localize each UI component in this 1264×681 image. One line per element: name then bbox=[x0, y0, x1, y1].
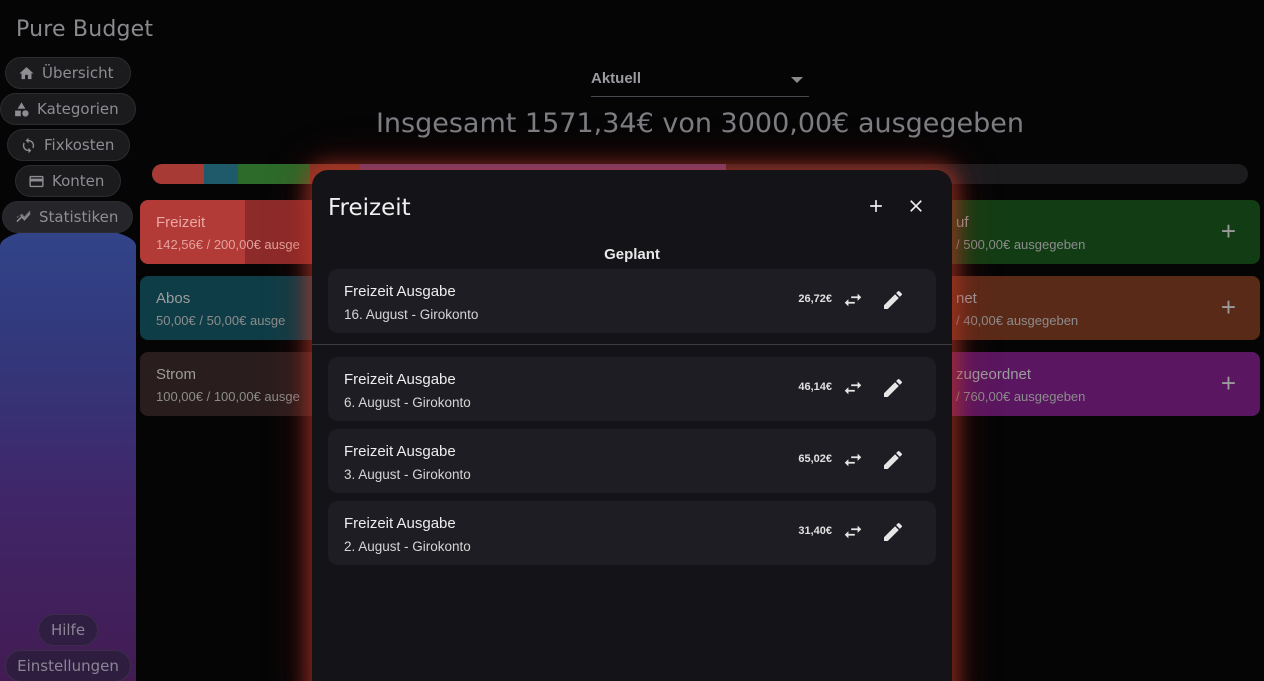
expense-title: Freizeit Ausgabe bbox=[344, 283, 456, 300]
expense-title: Freizeit Ausgabe bbox=[344, 443, 456, 460]
category-name: uf bbox=[956, 214, 969, 231]
edit-icon[interactable] bbox=[881, 520, 905, 549]
category-card-abos[interactable]: Abos 50,00€ / 50,00€ ausge bbox=[140, 276, 340, 340]
swap-icon[interactable] bbox=[842, 521, 864, 548]
sync-icon bbox=[22, 137, 35, 153]
category-value: 100,00€ / 100,00€ ausge bbox=[156, 389, 300, 404]
category-card-unassigned[interactable]: zugeordnet / 760,00€ ausgegeben + bbox=[920, 352, 1260, 416]
category-detail-dialog: Freizeit Geplant Freizeit Ausgabe 16. Au… bbox=[312, 170, 952, 681]
expense-amount: 31,40€ bbox=[798, 525, 832, 537]
progress-segment-einkauf bbox=[238, 164, 310, 184]
chart-icon bbox=[16, 210, 31, 222]
category-value: 142,56€ / 200,00€ ausge bbox=[156, 237, 300, 252]
swap-icon[interactable] bbox=[842, 289, 864, 316]
category-name: zugeordnet bbox=[956, 366, 1032, 383]
sidebar-item-label: Statistiken bbox=[39, 208, 119, 226]
category-card-net[interactable]: net / 40,00€ ausgegeben + bbox=[920, 276, 1260, 340]
expense-item[interactable]: Freizeit Ausgabe 3. August - Girokonto 6… bbox=[328, 429, 936, 493]
expense-subtitle: 2. August - Girokonto bbox=[344, 539, 471, 554]
period-select[interactable]: Aktuell bbox=[591, 70, 809, 97]
edit-icon[interactable] bbox=[881, 288, 905, 317]
category-value: / 760,00€ ausgegeben bbox=[956, 389, 1086, 404]
app-title: Pure Budget bbox=[16, 17, 154, 42]
category-value: 50,00€ / 50,00€ ausge bbox=[156, 313, 286, 328]
wallet-icon bbox=[29, 175, 44, 187]
sidebar-item-label: Übersicht bbox=[42, 64, 114, 82]
expense-title: Freizeit Ausgabe bbox=[344, 515, 456, 532]
category-card-einkauf[interactable]: uf / 500,00€ ausgegeben + bbox=[920, 200, 1260, 264]
help-button[interactable]: Hilfe bbox=[38, 614, 98, 646]
close-icon[interactable] bbox=[906, 196, 926, 216]
sidebar-item-uebersicht[interactable]: Übersicht bbox=[5, 57, 131, 89]
add-expense-button[interactable]: + bbox=[1221, 370, 1236, 396]
chevron-down-icon bbox=[791, 77, 803, 83]
expense-item[interactable]: Freizeit Ausgabe 6. August - Girokonto 4… bbox=[328, 357, 936, 421]
section-label-planned: Geplant bbox=[604, 246, 660, 263]
expense-title: Freizeit Ausgabe bbox=[344, 371, 456, 388]
category-name: Freizeit bbox=[156, 214, 206, 231]
progress-segment-freizeit bbox=[152, 164, 204, 184]
edit-icon[interactable] bbox=[881, 448, 905, 477]
swap-icon[interactable] bbox=[842, 449, 864, 476]
sidebar-item-label: Konten bbox=[52, 172, 105, 190]
sidebar-item-konten[interactable]: Konten bbox=[15, 165, 121, 197]
home-icon bbox=[19, 66, 34, 79]
edit-icon[interactable] bbox=[881, 376, 905, 405]
category-name: net bbox=[956, 290, 977, 307]
category-value: / 500,00€ ausgegeben bbox=[956, 237, 1086, 252]
planned-expense-item[interactable]: Freizeit Ausgabe 16. August - Girokonto … bbox=[328, 269, 936, 333]
progress-segment-abos bbox=[204, 164, 238, 184]
category-name: Strom bbox=[156, 366, 197, 383]
add-expense-button[interactable]: + bbox=[1221, 294, 1236, 320]
settings-button[interactable]: Einstellungen bbox=[5, 650, 131, 681]
expense-amount: 65,02€ bbox=[798, 453, 832, 465]
swap-icon[interactable] bbox=[842, 377, 864, 404]
category-value: / 40,00€ ausgegeben bbox=[956, 313, 1079, 328]
add-expense-button[interactable]: + bbox=[1221, 218, 1236, 244]
expense-item[interactable]: Freizeit Ausgabe 2. August - Girokonto 3… bbox=[328, 501, 936, 565]
dialog-title: Freizeit bbox=[328, 195, 411, 221]
expense-subtitle: 6. August - Girokonto bbox=[344, 395, 471, 410]
sidebar-item-statistiken[interactable]: Statistiken bbox=[2, 201, 133, 233]
expense-subtitle: 3. August - Girokonto bbox=[344, 467, 471, 482]
period-select-value: Aktuell bbox=[591, 70, 642, 87]
category-card-strom[interactable]: Strom 100,00€ / 100,00€ ausge bbox=[140, 352, 340, 416]
section-divider bbox=[312, 344, 952, 345]
category-name: Abos bbox=[156, 290, 191, 307]
total-spent-summary: Insgesamt 1571,34€ von 3000,00€ ausgegeb… bbox=[375, 108, 1025, 139]
add-icon[interactable] bbox=[866, 196, 886, 216]
expense-subtitle: 16. August - Girokonto bbox=[344, 307, 479, 322]
category-card-freizeit[interactable]: Freizeit 142,56€ / 200,00€ ausge bbox=[140, 200, 340, 264]
expense-amount: 46,14€ bbox=[798, 381, 832, 393]
expense-amount: 26,72€ bbox=[798, 293, 832, 305]
